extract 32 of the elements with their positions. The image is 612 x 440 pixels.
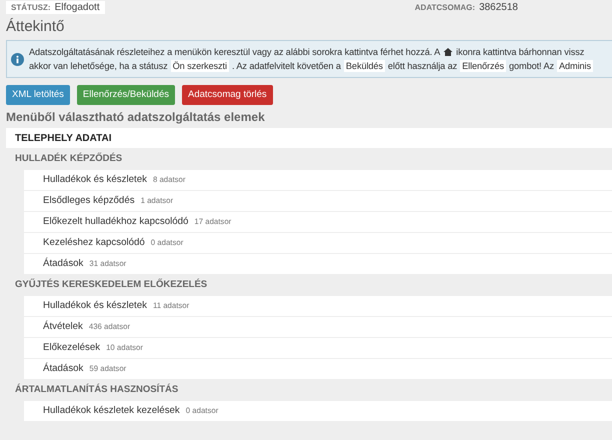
info-text: ikonra kattintva bárhonnan vissz — [456, 46, 584, 59]
item-name: Előkezelések — [43, 340, 100, 355]
item-name: Hulladékok és készletek — [43, 172, 147, 187]
status-tag: Ön szerkeszti — [170, 60, 229, 72]
item-name: Átvételek — [43, 320, 83, 334]
item-name: Hulladékok készletek kezelések — [43, 404, 180, 418]
status-chip: STÁTUSZ: Elfogadott — [6, 1, 105, 14]
item-name: Kezeléshez kapcsolódó — [43, 236, 145, 250]
action-button[interactable]: Adatcsomag törlés — [182, 85, 273, 105]
item-name: Átadások — [43, 362, 84, 376]
info-text: gombot! Az — [509, 60, 554, 73]
status-tag: Adminis — [556, 60, 593, 72]
info-icon — [11, 52, 24, 66]
page-title: Áttekintő — [5, 18, 66, 36]
status-tag: Beküldés — [344, 60, 385, 72]
item-name: Elsődleges képződés — [43, 194, 135, 208]
item-name: Hulladékok és készletek — [43, 298, 147, 313]
status-tag: Ellenőrzés — [460, 60, 506, 72]
item-name: Átadások — [43, 256, 84, 271]
section-title: Menüből választható adatszolgáltatás elemek — [5, 109, 266, 125]
info-text: előtt használja az — [388, 60, 458, 73]
info-text: . Az adatfelvitelt követően a — [232, 60, 341, 73]
site-row[interactable]: TELEPHELY ADATAI — [6, 128, 612, 148]
group-heading: HULLADÉK KÉPZŐDÉS — [14, 152, 124, 166]
action-button[interactable]: XML letöltés — [6, 85, 70, 105]
info-text: akkor van lehetősége, ha a státusz — [29, 60, 168, 73]
package-id: ADATCSOMAG: 3862518 — [414, 1, 518, 14]
group-heading: GYŰJTÉS KERESKEDELEM ELŐKEZELÉS — [14, 278, 208, 292]
item-name: Előkezelt hulladékhoz kapcsolódó — [43, 214, 188, 229]
info-text: Adatszolgáltatásának részleteihez a menükön keresztül vagy az alábbi sorokra kattintva férhet hozzá. A — [29, 46, 440, 59]
home-icon — [443, 47, 454, 57]
group-heading: ÁRTALMATLANÍTÁS HASZNOSÍTÁS — [14, 382, 180, 397]
